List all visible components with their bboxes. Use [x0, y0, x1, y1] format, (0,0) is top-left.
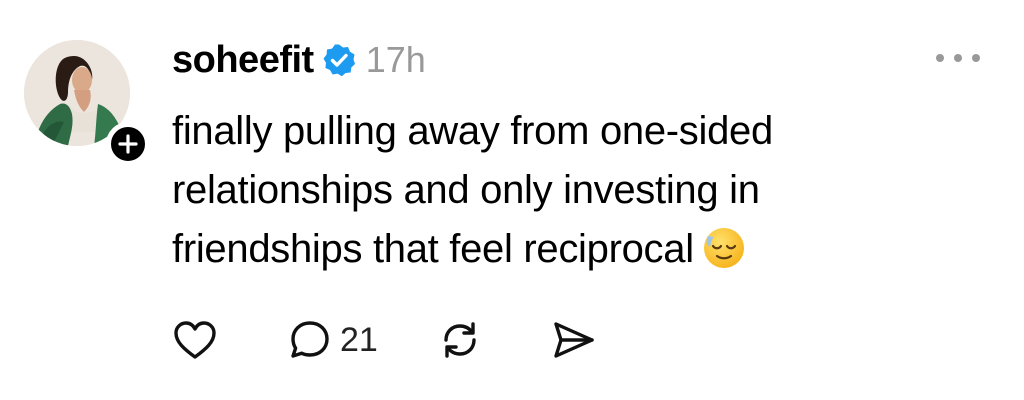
send-icon [554, 322, 594, 358]
like-button[interactable] [172, 319, 232, 361]
follow-button[interactable] [106, 122, 150, 166]
repost-button[interactable] [438, 318, 482, 362]
more-horizontal-icon [936, 54, 944, 62]
post-text-line-content: friendships that feel reciprocal [172, 227, 694, 271]
avatar-container [24, 40, 150, 166]
post-text-line: finally pulling away from one-sided [172, 109, 773, 153]
heart-icon [174, 321, 216, 359]
relieved-face-icon [703, 228, 744, 268]
post-text-line: relationships and only investing in [172, 168, 760, 212]
username[interactable]: soheefit [172, 39, 314, 82]
share-button[interactable] [550, 319, 596, 361]
post-text-line-last: friendships that feel reciprocal [172, 220, 932, 279]
verified-badge-icon [323, 44, 355, 77]
comment-icon [291, 321, 329, 358]
post-header: soheefit 17h [172, 38, 426, 82]
more-options-button[interactable] [936, 46, 980, 70]
post-actions: 21 [172, 310, 596, 370]
reply-count: 21 [340, 320, 378, 359]
post-text: finally pulling away from one-sided rela… [172, 102, 932, 279]
post-timestamp: 17h [365, 39, 426, 80]
repost-icon [444, 322, 476, 358]
thread-post: soheefit 17h finally pulling away from o… [0, 0, 1024, 400]
plus-icon [118, 134, 138, 154]
reply-button[interactable]: 21 [288, 318, 378, 362]
